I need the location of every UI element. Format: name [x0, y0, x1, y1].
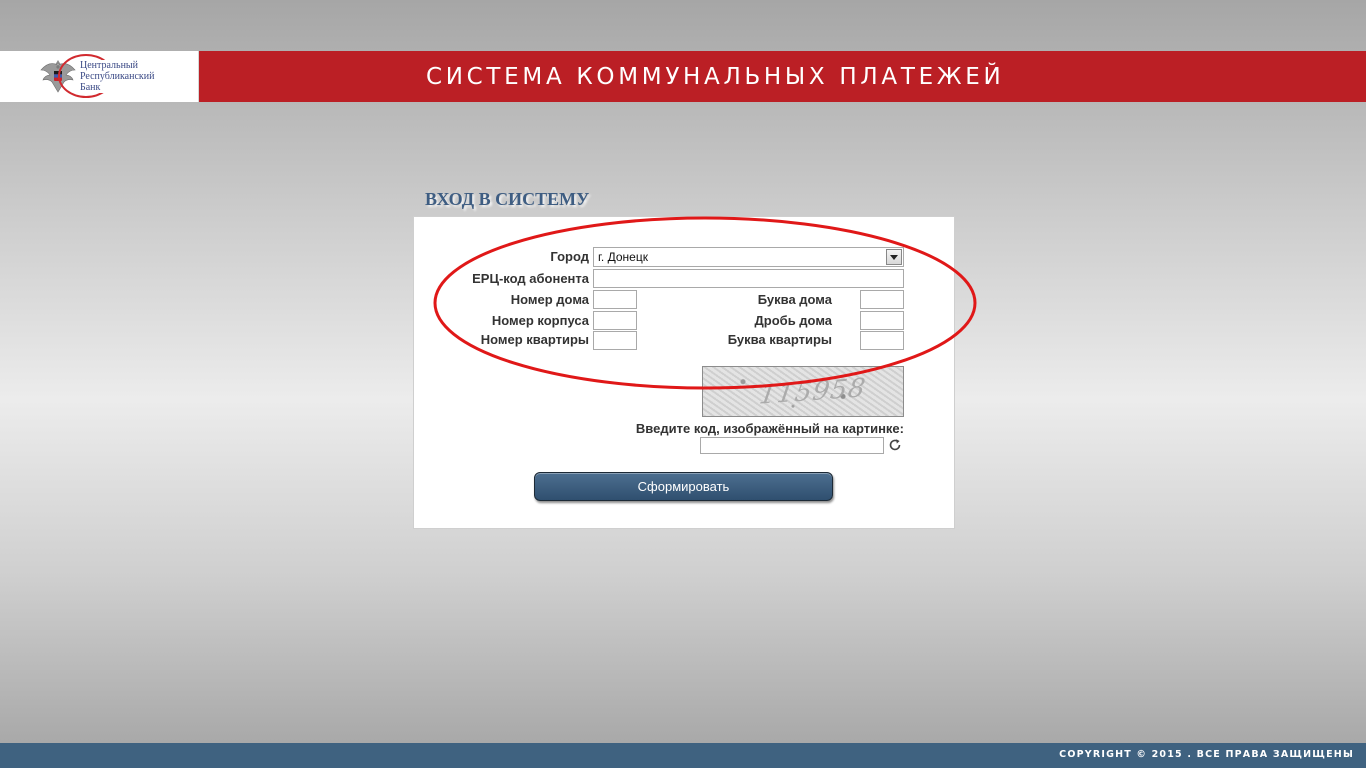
apartment-letter-label: Буква квартиры [727, 332, 832, 347]
house-number-label: Номер дома [510, 292, 589, 307]
city-label: Город [550, 249, 589, 264]
house-number-input[interactable] [593, 290, 637, 309]
bank-name-line-2: Республиканский [80, 71, 155, 82]
apartment-number-label: Номер квартиры [480, 332, 589, 347]
chevron-down-icon[interactable] [886, 249, 902, 265]
footer-bar: COPYRIGHT © 2015 . ВСЕ ПРАВА ЗАЩИЩЕНЫ [0, 743, 1366, 768]
submit-button[interactable]: Сформировать [534, 472, 833, 501]
apartment-number-input[interactable] [593, 331, 637, 350]
city-select[interactable]: г. Донецк [593, 247, 904, 267]
captcha-code: 115958 [757, 373, 869, 411]
refresh-icon[interactable] [888, 438, 902, 452]
site-title: СИСТЕМА КОММУНАЛЬНЫХ ПЛАТЕЖЕЙ [426, 64, 1005, 90]
building-number-input[interactable] [593, 311, 637, 330]
copyright-text: COPYRIGHT © 2015 . ВСЕ ПРАВА ЗАЩИЩЕНЫ [1059, 749, 1354, 760]
house-letter-input[interactable] [860, 290, 904, 309]
bank-logo[interactable]: Центральный Республиканский Банк [0, 51, 199, 102]
erc-code-label: ЕРЦ-код абонента [472, 271, 589, 286]
captcha-label: Введите код, изображённый на картинке: [635, 421, 904, 436]
bank-name-line-1: Центральный [80, 60, 139, 71]
header-bar: Центральный Республиканский Банк СИСТЕМА… [0, 51, 1366, 102]
bank-name: Центральный Республиканский Банк [79, 60, 189, 93]
bank-name-line-3: Банк [80, 82, 101, 93]
erc-code-input[interactable] [593, 269, 904, 288]
captcha-input[interactable] [700, 437, 884, 454]
building-number-label: Номер корпуса [491, 313, 589, 328]
apartment-letter-input[interactable] [860, 331, 904, 350]
house-fraction-input[interactable] [860, 311, 904, 330]
login-heading: ВХОД В СИСТЕМУ [425, 189, 590, 209]
login-form: Город г. Донецк ЕРЦ-код абонента Номер д… [413, 216, 955, 529]
house-fraction-label: Дробь дома [754, 313, 832, 328]
house-letter-label: Буква дома [757, 292, 832, 307]
captcha-image: 115958 [702, 366, 904, 417]
city-select-value: г. Донецк [598, 250, 648, 264]
